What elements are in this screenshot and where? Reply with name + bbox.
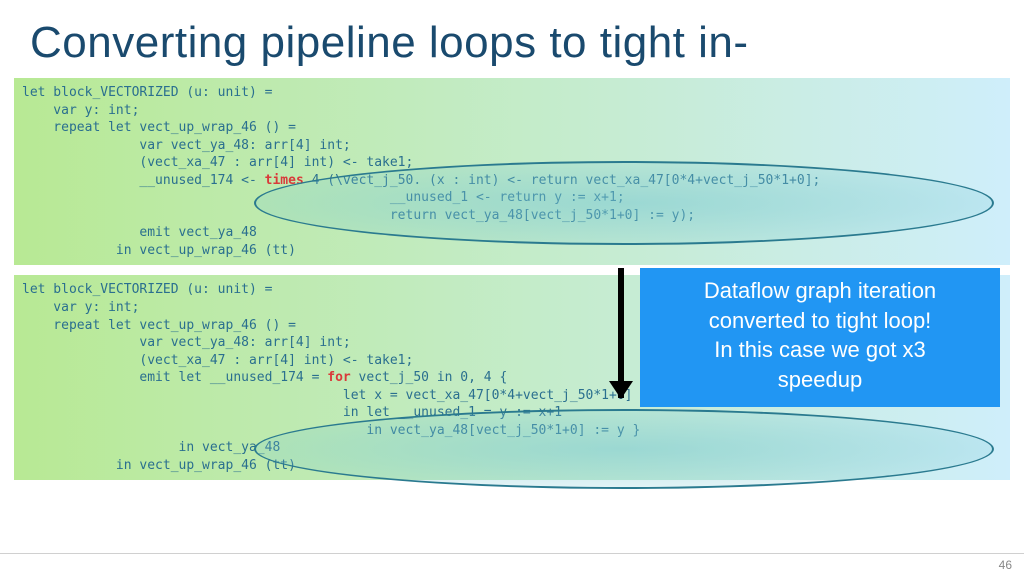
code-line: var y: int; <box>22 103 139 118</box>
code-line: let block_VECTORIZED (u: unit) = <box>22 282 272 297</box>
code-block-before: let block_VECTORIZED (u: unit) = var y: … <box>14 78 1010 265</box>
code-line: repeat let vect_up_wrap_46 () = <box>22 318 296 333</box>
slide-title: Converting pipeline loops to tight in- <box>0 0 1024 78</box>
code-line: var vect_ya_48: arr[4] int; <box>22 138 351 153</box>
code-line: __unused_1 <- return y := x+1; <box>22 190 625 205</box>
code-line: emit let __unused_174 = for vect_j_50 in… <box>22 370 507 385</box>
code-line: in let __unused_1 = y := x+1 <box>22 405 562 420</box>
callout-line: Dataflow graph iteration <box>652 276 988 306</box>
code-line: in vect_ya_48[vect_j_50*1+0] := y } <box>22 423 640 438</box>
code-line: (vect_xa_47 : arr[4] int) <- take1; <box>22 353 413 368</box>
footer-divider <box>0 553 1024 554</box>
code-line: var y: int; <box>22 300 139 315</box>
code-line: let block_VECTORIZED (u: unit) = <box>22 85 272 100</box>
code-line: let x = vect_xa_47[0*4+vect_j_50*1+0] <box>22 388 632 403</box>
code-line: __unused_174 <- times 4 (\vect_j_50. (x … <box>22 173 820 188</box>
arrow-down-icon <box>618 268 624 398</box>
code-line: in vect_up_wrap_46 (tt) <box>22 243 296 258</box>
code-line: return vect_ya_48[vect_j_50*1+0] := y); <box>22 208 695 223</box>
callout-box: Dataflow graph iteration converted to ti… <box>640 268 1000 407</box>
code-line: emit vect_ya_48 <box>22 225 257 240</box>
callout-line: speedup <box>652 365 988 395</box>
callout-line: In this case we got x3 <box>652 335 988 365</box>
code-line: in vect_up_wrap_46 (tt) <box>22 458 296 473</box>
code-line: in vect_ya_48 <box>22 440 280 455</box>
keyword-times: times <box>265 173 304 188</box>
code-line: repeat let vect_up_wrap_46 () = <box>22 120 296 135</box>
code-line: var vect_ya_48: arr[4] int; <box>22 335 351 350</box>
page-number: 46 <box>999 558 1012 572</box>
callout-line: converted to tight loop! <box>652 306 988 336</box>
code-line: (vect_xa_47 : arr[4] int) <- take1; <box>22 155 413 170</box>
keyword-for: for <box>327 370 350 385</box>
